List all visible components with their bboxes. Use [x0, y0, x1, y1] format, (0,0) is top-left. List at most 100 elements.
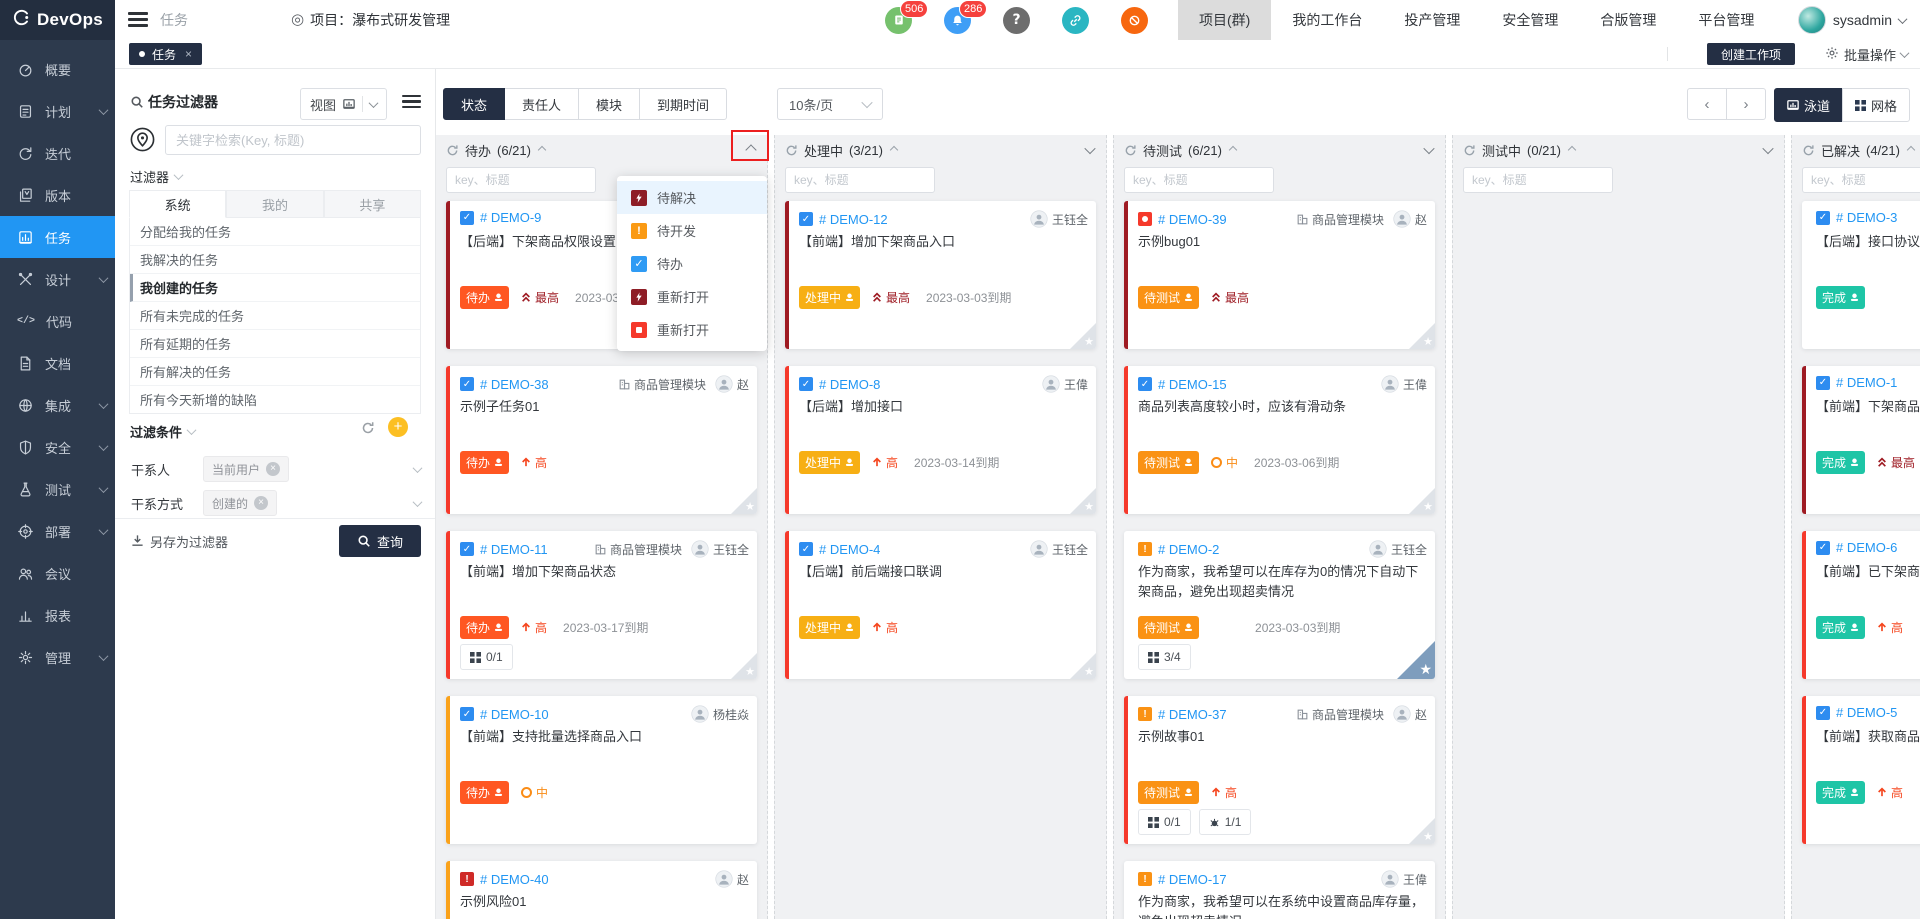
card-id-link[interactable]: # DEMO-15 [1158, 377, 1227, 392]
card-id-link[interactable]: # DEMO-9 [480, 210, 541, 225]
sidebar-item-14[interactable]: 管理 [0, 636, 115, 678]
subtask-counter[interactable]: 0/1 [460, 644, 513, 670]
subtask-counter[interactable]: 0/1 [1138, 809, 1191, 835]
sidebar-item-11[interactable]: 部署 [0, 510, 115, 552]
project-label[interactable]: ◎ 项目：瀑布式研发管理 [291, 0, 450, 40]
next-page-button[interactable]: › [1726, 88, 1766, 120]
card-id-link[interactable]: # DEMO-2 [1158, 542, 1219, 557]
filter-tab-0[interactable]: 系统 [129, 190, 226, 218]
dropdown-item-2[interactable]: ✓待办 [617, 247, 767, 280]
sidebar-item-5[interactable]: 设计 [0, 258, 115, 300]
chevron-down-icon[interactable] [413, 497, 423, 507]
nav-tab-0[interactable]: 项目(群) [1178, 0, 1271, 40]
task-card[interactable]: ✓# DEMO-10杨桂焱【前端】支持批量选择商品入口待办中 [446, 696, 757, 844]
card-id-link[interactable]: # DEMO-1 [1836, 375, 1897, 390]
task-card[interactable]: ✓# DEMO-15王偉商品列表高度较小时，应该有滑动条待测试中2023-03-… [1124, 366, 1435, 514]
board-filter-tab-1[interactable]: 责任人 [504, 88, 579, 120]
card-id-link[interactable]: # DEMO-38 [480, 377, 549, 392]
task-card[interactable]: # DEMO-39商品管理模块赵示例bug01待测试最高★ [1124, 201, 1435, 349]
column-menu-caret[interactable] [1762, 143, 1773, 154]
close-icon[interactable]: × [185, 47, 192, 61]
nav-tab-2[interactable]: 投产管理 [1383, 0, 1481, 40]
card-id-link[interactable]: # DEMO-8 [819, 377, 880, 392]
filter-tab-1[interactable]: 我的 [226, 190, 323, 218]
task-card[interactable]: !# DEMO-17王偉作为商家，我希望可以在系统中设置商品库存量，避免出现超卖… [1124, 861, 1435, 919]
sidebar-item-6[interactable]: </>代码 [0, 300, 115, 342]
column-search-input[interactable] [1802, 167, 1920, 193]
location-pin-icon[interactable] [129, 126, 157, 154]
card-id-link[interactable]: # DEMO-5 [1836, 705, 1897, 720]
task-card[interactable]: ✓# DEMO-38商品管理模块赵示例子任务01待办高★ [446, 366, 757, 514]
card-id-link[interactable]: # DEMO-10 [480, 707, 549, 722]
save-as-filter-button[interactable]: 另存为过滤器 [131, 532, 228, 551]
view-mode-0[interactable]: 泳道 [1774, 88, 1843, 122]
task-card[interactable]: ✓# DEMO-6【前端】已下架商品完成高 [1802, 531, 1920, 679]
bug-counter[interactable]: 1/1 [1199, 809, 1252, 835]
sidebar-item-1[interactable]: 计划 [0, 90, 115, 132]
chevron-down-icon[interactable] [413, 463, 423, 473]
filter-list-item-6[interactable]: 所有今天新增的缺陷 [130, 386, 420, 413]
view-switch-button[interactable]: 视图 [300, 88, 387, 120]
nav-tab-1[interactable]: 我的工作台 [1271, 0, 1383, 40]
panel-menu-icon[interactable] [402, 95, 421, 111]
card-id-link[interactable]: # DEMO-40 [480, 872, 549, 887]
card-id-link[interactable]: # DEMO-3 [1836, 210, 1897, 225]
condition-tag[interactable]: 当前用户 × [203, 456, 289, 482]
column-search-input[interactable] [1124, 167, 1274, 193]
board-filter-tab-2[interactable]: 模块 [578, 88, 640, 120]
filter-list-item-1[interactable]: 我解决的任务 [130, 246, 420, 274]
sidebar-item-9[interactable]: 安全 [0, 426, 115, 468]
dropdown-item-4[interactable]: 重新打开 [617, 313, 767, 346]
column-search-input[interactable] [1463, 167, 1613, 193]
condition-tag[interactable]: 创建的 × [203, 490, 277, 516]
page-size-select[interactable]: 10条/页 [777, 88, 883, 120]
ban-icon[interactable] [1121, 7, 1148, 34]
remove-tag-icon[interactable]: × [266, 462, 280, 476]
sidebar-item-7[interactable]: 文档 [0, 342, 115, 384]
prev-page-button[interactable]: ‹ [1687, 88, 1727, 120]
card-id-link[interactable]: # DEMO-17 [1158, 872, 1227, 887]
subtask-counter[interactable]: 3/4 [1138, 644, 1191, 670]
filter-list-item-0[interactable]: 分配给我的任务 [130, 218, 420, 246]
refresh-icon[interactable] [361, 421, 375, 435]
document-icon[interactable]: 506 [885, 7, 912, 34]
sidebar-item-4[interactable]: 任务 [0, 216, 115, 258]
bell-icon[interactable]: 286 [944, 7, 971, 34]
sidebar-item-12[interactable]: 会议 [0, 552, 115, 594]
board-filter-tab-3[interactable]: 到期时间 [639, 88, 727, 120]
help-icon[interactable]: ? [1003, 7, 1030, 34]
board-filter-tab-0[interactable]: 状态 [443, 88, 505, 120]
filter-tab-2[interactable]: 共享 [324, 190, 421, 218]
task-card[interactable]: ✓# DEMO-11商品管理模块王钰全【前端】增加下架商品状态待办高2023-0… [446, 531, 757, 679]
card-id-link[interactable]: # DEMO-11 [480, 542, 548, 557]
card-id-link[interactable]: # DEMO-4 [819, 542, 880, 557]
view-mode-1[interactable]: 网格 [1842, 88, 1910, 122]
app-logo[interactable]: DevOps [0, 0, 115, 40]
sidebar-item-8[interactable]: 集成 [0, 384, 115, 426]
filter-list-item-3[interactable]: 所有未完成的任务 [130, 302, 420, 330]
filter-list-item-4[interactable]: 所有延期的任务 [130, 330, 420, 358]
sidebar-item-10[interactable]: 测试 [0, 468, 115, 510]
task-card[interactable]: !# DEMO-40赵示例风险01 [446, 861, 757, 919]
column-menu-caret[interactable] [1423, 143, 1434, 154]
card-id-link[interactable]: # DEMO-6 [1836, 540, 1897, 555]
task-card[interactable]: !# DEMO-2王钰全作为商家，我希望可以在库存为0的情况下自动下架商品，避免… [1124, 531, 1435, 679]
task-card[interactable]: ✓# DEMO-1【前端】下架商品检测完成最高 [1802, 366, 1920, 514]
nav-tab-3[interactable]: 安全管理 [1481, 0, 1579, 40]
column-menu-caret[interactable] [1084, 143, 1095, 154]
user-menu[interactable]: sysadmin [1798, 0, 1906, 40]
column-menu-caret[interactable] [745, 144, 756, 155]
task-card[interactable]: ✓# DEMO-8王偉【后端】增加接口处理中高2023-03-14到期★ [785, 366, 1096, 514]
dropdown-item-3[interactable]: 重新打开 [617, 280, 767, 313]
menu-toggle-icon[interactable] [128, 12, 148, 30]
filter-list-item-2[interactable]: 我创建的任务 [130, 274, 420, 302]
dropdown-item-0[interactable]: 待解决 [617, 181, 767, 214]
card-id-link[interactable]: # DEMO-39 [1158, 212, 1227, 227]
task-card[interactable]: !# DEMO-37商品管理模块赵示例故事01待测试高0/11/1★ [1124, 696, 1435, 844]
query-button[interactable]: 查询 [339, 525, 421, 557]
dropdown-item-1[interactable]: !待开发 [617, 214, 767, 247]
card-id-link[interactable]: # DEMO-37 [1158, 707, 1227, 722]
column-search-input[interactable] [446, 167, 596, 193]
keyword-search-input[interactable] [165, 125, 421, 155]
create-workitem-button[interactable]: 创建工作项 [1707, 43, 1795, 65]
